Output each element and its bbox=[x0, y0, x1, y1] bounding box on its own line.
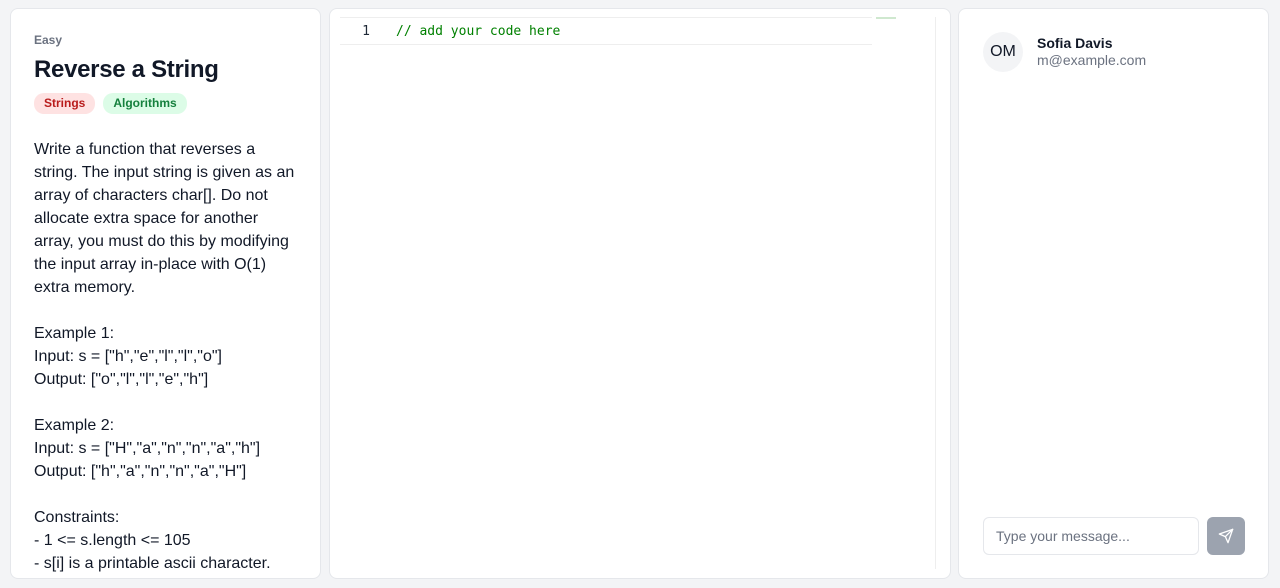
line-number: 1 bbox=[362, 23, 370, 39]
chat-panel: OM Sofia Davis m@example.com bbox=[958, 8, 1269, 579]
editor-line[interactable]: 1 // add your code here bbox=[340, 17, 872, 45]
code-comment[interactable]: // add your code here bbox=[396, 24, 560, 39]
avatar: OM bbox=[983, 32, 1023, 72]
user-name: Sofia Davis bbox=[1037, 35, 1113, 51]
chat-header: OM Sofia Davis m@example.com bbox=[983, 32, 1146, 72]
editor-scrollbar[interactable] bbox=[935, 17, 936, 569]
tag-strings: Strings bbox=[34, 93, 96, 114]
problem-panel: Easy Reverse a String Strings Algorithms… bbox=[10, 8, 321, 579]
user-info: Sofia Davis m@example.com bbox=[1037, 35, 1146, 69]
tag-algorithms: Algorithms bbox=[103, 93, 187, 114]
user-email: m@example.com bbox=[1037, 52, 1147, 68]
minimap-marker bbox=[876, 17, 896, 19]
code-editor[interactable]: 1 // add your code here bbox=[329, 8, 951, 579]
difficulty-label: Easy bbox=[34, 33, 63, 47]
message-input[interactable] bbox=[983, 517, 1199, 555]
problem-description: Write a function that reverses a string.… bbox=[34, 141, 295, 572]
send-icon bbox=[1218, 528, 1234, 544]
problem-title: Reverse a String bbox=[34, 56, 219, 83]
problem-content: Easy Reverse a String Strings Algorithms… bbox=[11, 9, 320, 575]
tag-list: Strings Algorithms bbox=[34, 93, 297, 114]
app-layout: Easy Reverse a String Strings Algorithms… bbox=[0, 0, 1280, 588]
send-button[interactable] bbox=[1207, 517, 1245, 555]
